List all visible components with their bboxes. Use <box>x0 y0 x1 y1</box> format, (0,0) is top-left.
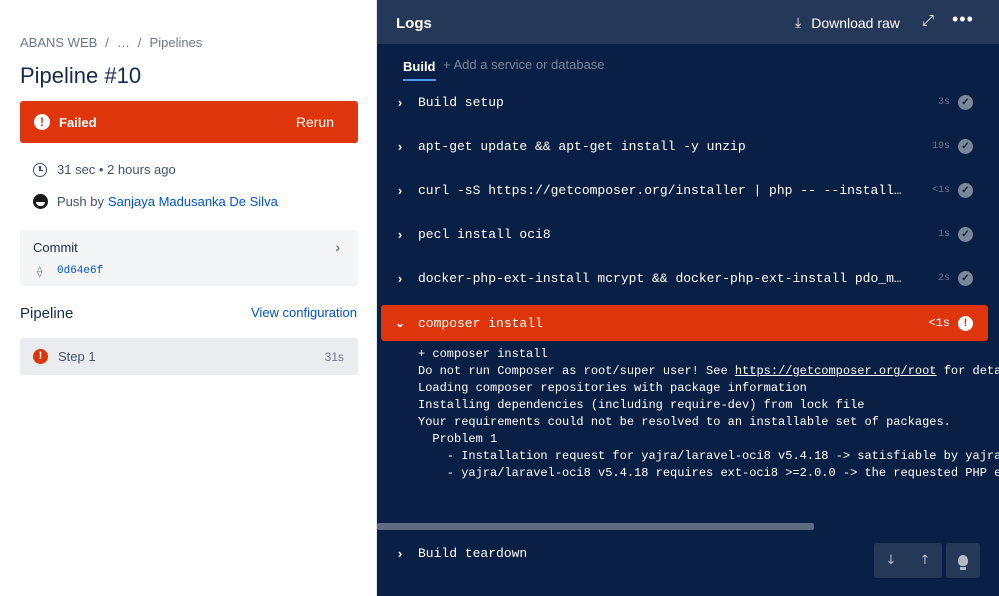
chevron-right-icon: › <box>397 226 403 242</box>
chevron-down-icon: ⌄ <box>394 316 406 330</box>
commit-title: Commit <box>33 240 78 255</box>
rerun-button[interactable]: Rerun <box>296 114 334 130</box>
push-row: Push by Sanjaya Madusanka De Silva <box>33 194 278 209</box>
pipeline-details-panel: ABANS WEB / … / Pipelines Pipeline #10 ! Fai… <box>0 0 377 596</box>
command-text: composer install <box>418 315 543 331</box>
log-line: Do not run Composer as root/super user! … <box>418 364 999 378</box>
composer-root-link[interactable]: https://getcomposer.org/root <box>735 364 937 378</box>
command-text: docker-php-ext-install mcrypt && docker-… <box>418 270 908 286</box>
log-line: Your requirements could not be resolved … <box>418 415 951 429</box>
page-title: Pipeline #10 <box>20 63 142 88</box>
command-text: curl -sS https://getcomposer.org/install… <box>418 182 902 198</box>
breadcrumb-separator: / <box>137 35 142 50</box>
command-duration: <1s <box>931 184 950 196</box>
check-icon: ✓ <box>958 270 973 286</box>
lightbulb-button[interactable] <box>946 543 980 578</box>
add-service-link[interactable]: + Add a service or database <box>443 57 605 72</box>
breadcrumb-ellipsis[interactable]: … <box>117 35 130 50</box>
logs-tabs: Build + Add a service or database <box>377 44 999 84</box>
check-icon: ✓ <box>958 182 973 198</box>
more-options-icon[interactable]: ••• <box>952 9 974 30</box>
command-row[interactable]: › apt-get update && apt-get install -y u… <box>381 128 988 164</box>
log-line: + composer install <box>418 347 548 361</box>
log-line: Loading composer repositories with packa… <box>418 381 807 395</box>
log-output: + composer install Do not run Composer as… <box>418 346 999 482</box>
check-icon: ✓ <box>958 94 973 110</box>
download-label: Download raw <box>811 14 900 31</box>
chevron-right-icon[interactable]: › <box>335 239 340 255</box>
logs-panel: Logs ⤓ Download raw ⤢ ••• Build + Add a … <box>377 0 999 596</box>
logs-title: Logs <box>396 15 432 32</box>
pipeline-section-title: Pipeline <box>20 305 74 322</box>
command-duration: 1s <box>937 228 950 240</box>
tab-build[interactable]: Build <box>403 59 436 81</box>
scroll-nav: ↓ ↑ <box>874 543 942 578</box>
avatar <box>33 194 48 209</box>
horizontal-scrollbar[interactable] <box>377 523 814 530</box>
command-duration: 19s <box>931 140 950 152</box>
scroll-up-button[interactable]: ↑ <box>908 543 942 578</box>
command-row[interactable]: › pecl install oci8 1s ✓ <box>381 216 988 252</box>
step-item[interactable]: ! Step 1 31s <box>20 338 358 375</box>
command-text: pecl install oci8 <box>418 226 551 242</box>
breadcrumb-pipelines[interactable]: Pipelines <box>150 35 203 50</box>
error-icon: ! <box>34 114 50 130</box>
download-raw-button[interactable]: ⤓ Download raw <box>795 14 900 31</box>
command-duration: 3s <box>937 96 950 108</box>
step-duration: 31s <box>324 349 344 364</box>
command-duration: <1s <box>928 316 950 330</box>
commit-hash-link[interactable]: 0d64e6f <box>57 265 103 277</box>
status-banner: ! Failed Rerun <box>20 101 358 143</box>
chevron-right-icon: › <box>397 138 403 154</box>
lightbulb-icon <box>958 555 968 570</box>
command-row[interactable]: › Build setup 3s ✓ <box>381 84 988 120</box>
log-line: Installing dependencies (including requi… <box>418 398 865 412</box>
chevron-right-icon: › <box>397 545 403 561</box>
breadcrumb-root[interactable]: ABANS WEB <box>20 35 97 50</box>
error-icon: ! <box>33 349 48 364</box>
author-link[interactable]: Sanjaya Madusanka De Silva <box>108 194 278 209</box>
logs-header: Logs ⤓ Download raw ⤢ ••• <box>377 0 999 44</box>
view-configuration-link[interactable]: View configuration <box>251 305 357 320</box>
error-icon: ! <box>958 315 973 331</box>
check-icon: ✓ <box>958 138 973 154</box>
log-line: - Installation request for yajra/laravel… <box>446 449 999 463</box>
duration-text: 31 sec • 2 hours ago <box>57 162 176 177</box>
status-label: Failed <box>59 114 97 130</box>
expand-icon[interactable]: ⤢ <box>922 12 934 29</box>
chevron-right-icon: › <box>397 94 403 110</box>
command-row-failed[interactable]: ⌄ composer install <1s ! <box>381 305 988 341</box>
breadcrumb-separator: / <box>105 35 109 50</box>
chevron-right-icon: › <box>397 182 403 198</box>
command-row[interactable]: › docker-php-ext-install mcrypt && docke… <box>381 260 988 296</box>
command-row[interactable]: › curl -sS https://getcomposer.org/insta… <box>381 172 988 208</box>
step-name: Step 1 <box>58 349 96 364</box>
command-text: Build setup <box>418 94 504 110</box>
check-icon: ✓ <box>958 226 973 242</box>
log-line: - yajra/laravel-oci8 v5.4.18 requires ex… <box>446 466 999 480</box>
breadcrumb: ABANS WEB / … / Pipelines <box>20 35 202 50</box>
download-icon: ⤓ <box>795 14 802 30</box>
commit-icon: ⟠ <box>37 266 43 278</box>
command-duration: 2s <box>937 272 950 284</box>
chevron-right-icon: › <box>397 270 403 286</box>
clock-icon <box>33 162 47 177</box>
commit-card[interactable]: Commit › ⟠ 0d64e6f <box>20 230 358 286</box>
duration-row: 31 sec • 2 hours ago <box>33 162 176 177</box>
scroll-down-button[interactable]: ↓ <box>874 543 908 578</box>
log-line: Problem 1 <box>418 432 498 446</box>
push-prefix: Push by <box>57 194 104 209</box>
command-text: apt-get update && apt-get install -y unz… <box>418 138 746 154</box>
